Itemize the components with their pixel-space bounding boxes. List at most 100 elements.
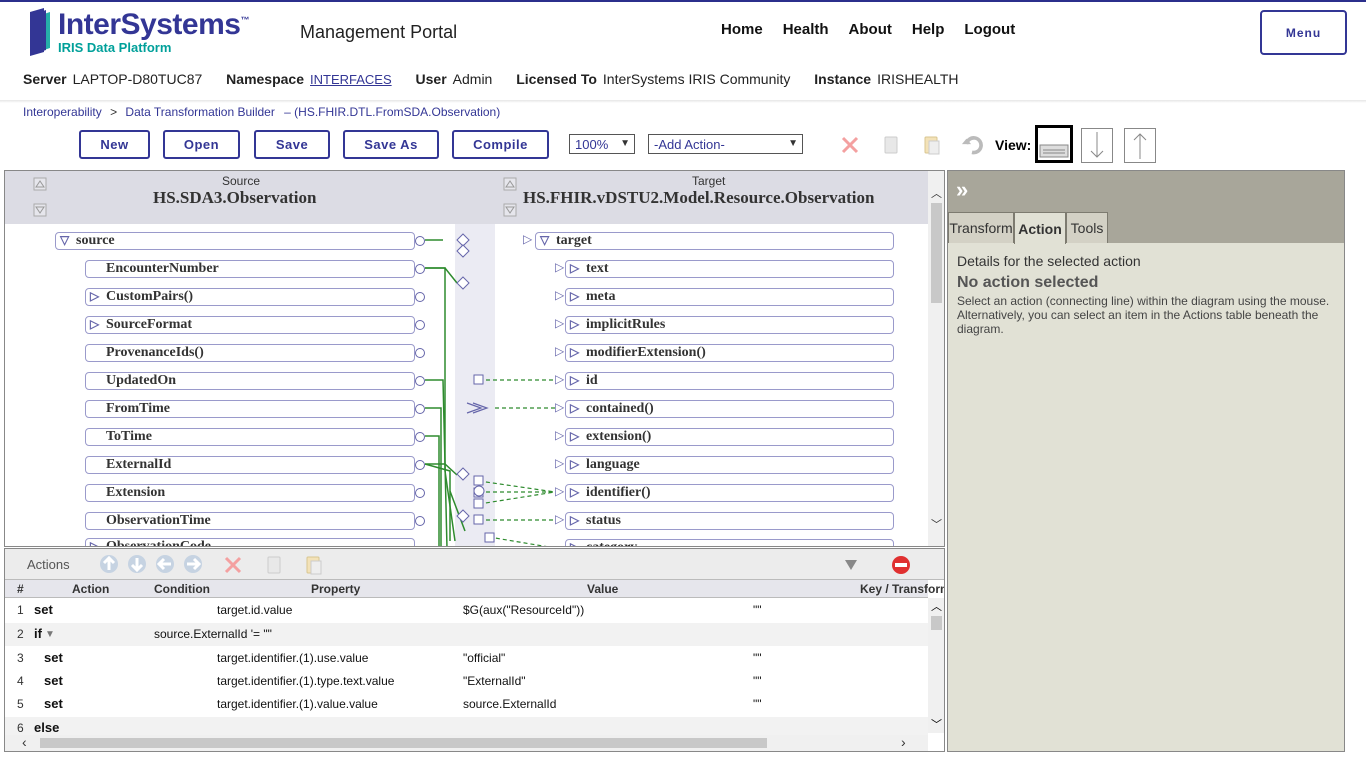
table-row[interactable]: 1 set target.id.value $G(aux("ResourceId… [5,599,928,622]
nav-home[interactable]: Home [721,21,763,38]
paste-icon[interactable] [921,133,943,157]
target-port-arrow-icon[interactable]: ▷ [555,344,564,358]
target-field-node[interactable]: ▷ status [565,512,894,530]
source-field-node[interactable]: ProvenanceIds() [85,344,415,362]
expand-triangle-icon[interactable]: ▷ [570,513,579,528]
move-left-icon[interactable] [155,554,175,574]
paste-action-icon[interactable] [305,554,323,576]
tab-action[interactable]: Action [1014,212,1066,244]
expand-triangle-icon[interactable]: ▷ [570,373,579,388]
tab-transform[interactable]: Transform [948,212,1014,243]
collapse-triangle-icon[interactable]: ▽ [540,233,549,248]
target-port-arrow-icon[interactable]: ▷ [555,512,564,526]
target-field-node[interactable]: ▷ contained() [565,400,894,418]
target-port-arrow-icon[interactable]: ▷ [555,260,564,274]
target-field-node[interactable]: ▷ extension() [565,428,894,446]
source-field-node[interactable]: ToTime [85,428,415,446]
scroll-down-icon[interactable]: ﹀ [931,716,942,732]
table-row[interactable]: 4 set target.identifier.(1).type.text.va… [5,670,928,693]
source-port[interactable] [415,404,425,414]
source-port[interactable] [415,460,425,470]
expand-triangle-icon[interactable]: ▷ [570,540,579,546]
collapse-arrow-icon[interactable]: ▼ [45,629,55,640]
scroll-up-icon[interactable]: ︿ [931,598,942,614]
expand-triangle-icon[interactable]: ▷ [90,289,99,304]
target-root-node[interactable]: ▽ target [535,232,894,250]
stop-icon[interactable] [891,555,911,575]
nav-logout[interactable]: Logout [964,21,1015,38]
source-port[interactable] [415,432,425,442]
save-as-button[interactable]: Save As [343,130,439,159]
expand-triangle-icon[interactable]: ▷ [90,539,99,546]
breadcrumb-interoperability[interactable]: Interoperability [23,105,102,119]
source-root-node[interactable]: ▽ source [55,232,415,250]
source-field-node[interactable]: FromTime [85,400,415,418]
expand-triangle-icon[interactable]: ▷ [570,289,579,304]
source-port[interactable] [415,488,425,498]
scroll-up-icon[interactable]: ︿ [931,185,942,201]
target-port-arrow-icon[interactable]: ▷ [555,372,564,386]
move-down-icon[interactable] [127,554,147,574]
collapse-panel-icon[interactable]: » [956,177,968,203]
save-button[interactable]: Save [254,130,330,159]
tab-tools[interactable]: Tools [1066,212,1108,243]
target-port-arrow-icon[interactable]: ▷ [555,288,564,302]
scrollbar-thumb[interactable] [40,738,767,748]
view-table-only-icon[interactable] [1124,128,1156,163]
expand-triangle-icon[interactable]: ▷ [570,485,579,500]
source-port[interactable] [415,348,425,358]
nav-about[interactable]: About [849,21,892,38]
target-port-arrow-icon[interactable]: ▷ [555,428,564,442]
target-field-node[interactable]: ▷ implicitRules [565,316,894,334]
target-port-arrow-icon[interactable]: ▷ [523,232,532,246]
source-field-node[interactable]: ▷ ObservationCode [85,538,415,546]
scrollbar-thumb[interactable] [931,203,942,303]
add-action-select[interactable]: -Add Action- ▼ [648,134,803,154]
source-port[interactable] [415,320,425,330]
undo-icon[interactable] [961,133,983,157]
target-port-arrow-icon[interactable]: ▷ [555,484,564,498]
open-button[interactable]: Open [163,130,240,159]
column-header[interactable]: Key / Transform [860,582,944,596]
copy-action-icon[interactable] [265,555,283,575]
move-up-icon[interactable] [99,554,119,574]
source-field-node[interactable]: ObservationTime [85,512,415,530]
intersystems-logo[interactable]: InterSystems™ IRIS Data Platform [28,6,249,58]
view-split-icon[interactable] [1035,125,1073,163]
source-field-node[interactable]: ExternalId [85,456,415,474]
actions-vertical-scrollbar[interactable]: ︿ ﹀ [928,598,944,733]
table-row[interactable]: 2 if ▼ source.ExternalId '= "" [5,623,928,646]
zoom-select[interactable]: 100% ▼ [569,134,635,154]
target-port-arrow-icon[interactable]: ▷ [555,316,564,330]
expand-triangle-icon[interactable]: ▷ [570,429,579,444]
source-port[interactable] [415,264,425,274]
source-field-node[interactable]: ▷ CustomPairs() [85,288,415,306]
target-field-node[interactable]: ▷ language [565,456,894,474]
menu-button[interactable]: Menu [1260,10,1347,55]
source-field-node[interactable]: EncounterNumber [85,260,415,278]
compile-button[interactable]: Compile [452,130,549,159]
source-port[interactable] [415,516,425,526]
nav-health[interactable]: Health [783,21,829,38]
expand-triangle-icon[interactable]: ▷ [570,401,579,416]
new-button[interactable]: New [79,130,150,159]
copy-icon[interactable] [880,133,902,157]
column-header[interactable]: Action [72,582,109,596]
scroll-down-icon[interactable]: ﹀ [931,516,942,532]
target-port-arrow-icon[interactable]: ▷ [555,456,564,470]
expand-triangle-icon[interactable]: ▷ [90,317,99,332]
target-field-node[interactable]: ▷ text [565,260,894,278]
column-header[interactable]: Condition [154,582,210,596]
expand-triangle-icon[interactable]: ▷ [570,317,579,332]
source-field-node[interactable]: Extension [85,484,415,502]
delete-icon[interactable] [839,133,861,157]
target-field-node[interactable]: ▷ category [565,539,894,546]
source-port[interactable] [415,236,425,246]
collapse-triangle-icon[interactable]: ▽ [60,233,69,248]
source-field-node[interactable]: ▷ SourceFormat [85,316,415,334]
transformation-diagram[interactable]: Source HS.SDA3.Observation Target HS.FHI… [4,170,945,547]
column-header[interactable]: Property [311,582,360,596]
target-field-node[interactable]: ▷ id [565,372,894,390]
expand-triangle-icon[interactable]: ▷ [570,457,579,472]
nav-help[interactable]: Help [912,21,945,38]
